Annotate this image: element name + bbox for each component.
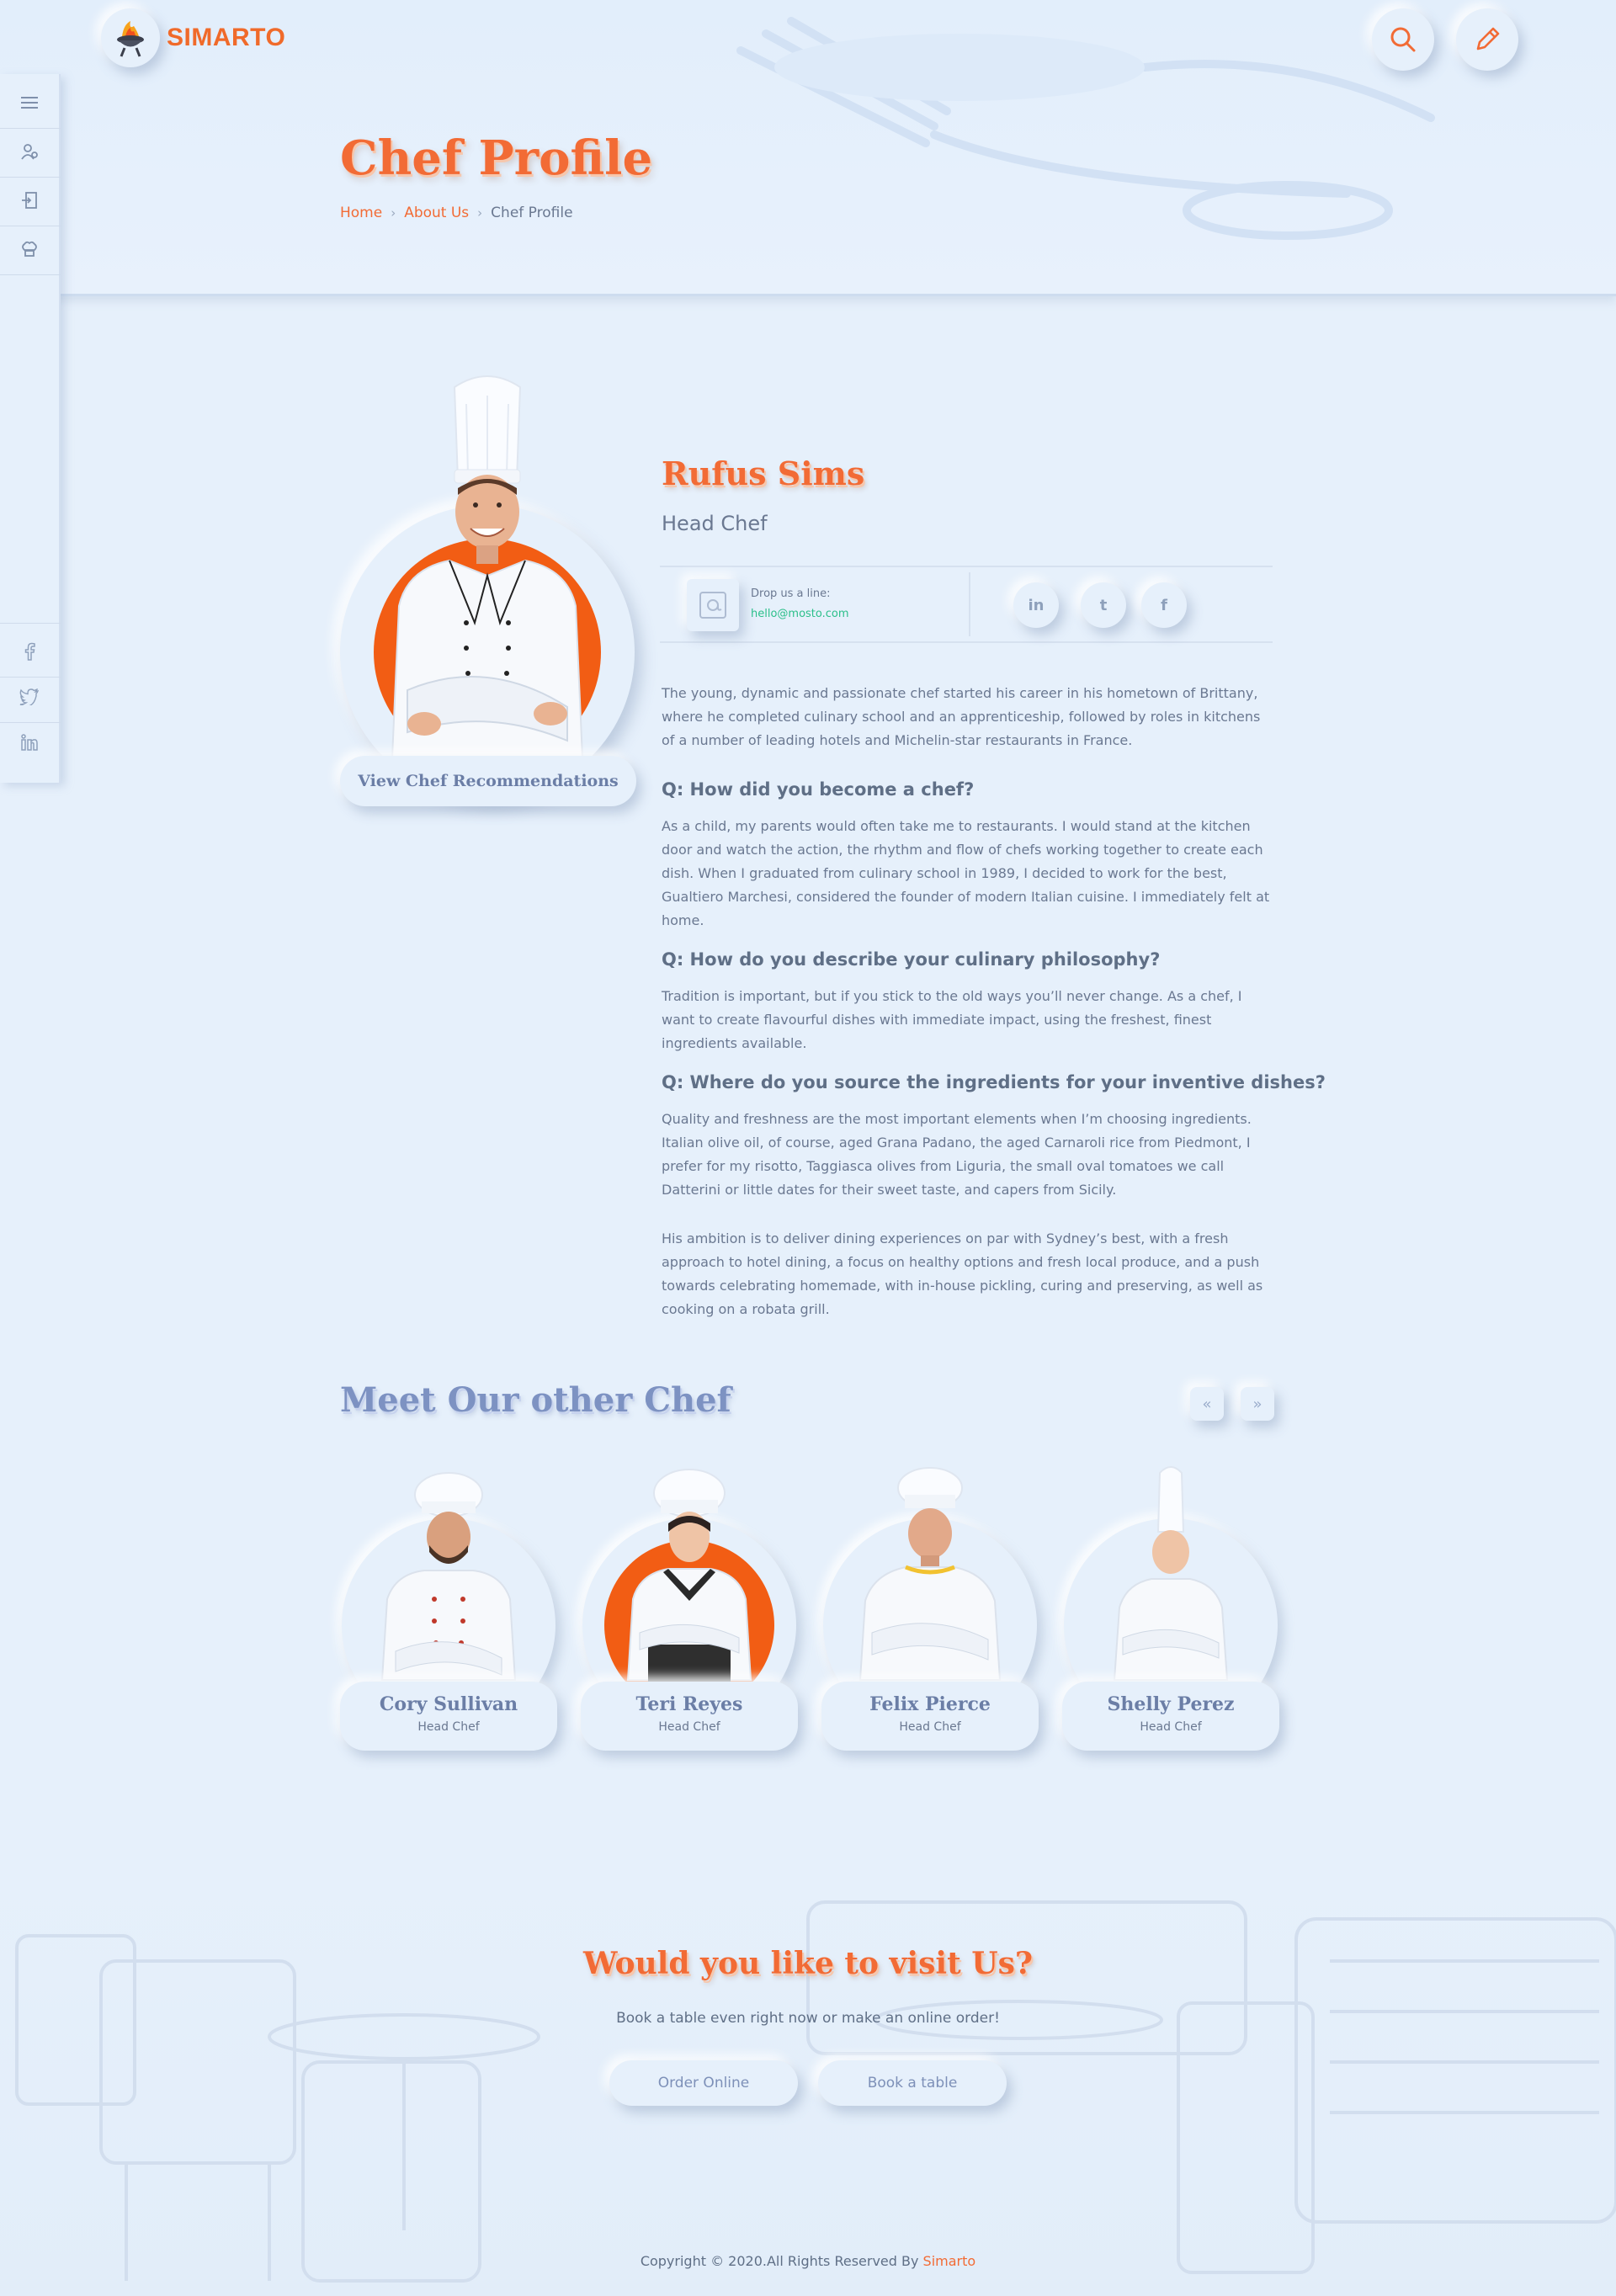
contact-bar: Drop us a line: hello@mosto.com in t f xyxy=(660,566,1273,643)
breadcrumb: Home › About Us › Chef Profile xyxy=(340,205,573,221)
facebook-button[interactable]: f xyxy=(1141,582,1187,628)
copyright: Copyright © 2020.All Rights Reserved By … xyxy=(0,2253,1616,2269)
contact-email-link[interactable]: hello@mosto.com xyxy=(751,608,849,620)
chef-card-name: Felix Pierce xyxy=(869,1693,991,1715)
chef-photo xyxy=(1113,1466,1229,1681)
view-recommendations-button[interactable]: View Chef Recommendations xyxy=(340,756,636,806)
email-icon xyxy=(687,579,739,631)
chef-card-role: Head Chef xyxy=(1140,1720,1202,1734)
visit-section xyxy=(0,1843,1616,2296)
copyright-brand-link[interactable]: Simarto xyxy=(923,2253,976,2269)
question-1: Q: How did you become a chef? xyxy=(662,779,975,800)
breadcrumb-about-us[interactable]: About Us xyxy=(404,205,469,221)
answer-1: As a child, my parents would often take … xyxy=(662,818,1270,928)
copyright-text: Copyright © 2020.All Rights Reserved By xyxy=(640,2253,923,2269)
chef-card-name: Shelly Perez xyxy=(1107,1693,1235,1715)
chef-photo xyxy=(858,1467,1002,1681)
brand-name: SIMARTO xyxy=(167,24,286,51)
restaurant-background xyxy=(15,1900,1616,2283)
breadcrumb-current: Chef Profile xyxy=(491,205,573,221)
twitter-icon[interactable] xyxy=(14,682,45,712)
brand-logo[interactable]: SIMARTO xyxy=(101,8,285,67)
chef-card[interactable]: Shelly Perez Head Chef xyxy=(1062,1464,1279,1751)
grill-logo-icon xyxy=(101,8,160,67)
chef-card[interactable]: Cory Sullivan Head Chef xyxy=(340,1464,557,1751)
chef-intro: The young, dynamic and passionate chef s… xyxy=(662,685,1261,748)
user-icon[interactable] xyxy=(14,136,45,167)
question-3: Q: Where do you source the ingredients f… xyxy=(662,1072,1326,1092)
chef-card-label: Teri Reyes Head Chef xyxy=(581,1682,798,1751)
linkedin-button[interactable]: in xyxy=(1013,582,1059,628)
visit-title: Would you like to visit Us? xyxy=(582,1946,1034,1981)
facebook-icon[interactable] xyxy=(14,636,45,667)
chef-closing: His ambition is to deliver dining experi… xyxy=(662,1230,1263,1317)
side-rail xyxy=(0,74,61,783)
answer-3: Quality and freshness are the most impor… xyxy=(662,1111,1252,1198)
page-title: Chef Profile xyxy=(340,130,653,186)
chef-card-label: Shelly Perez Head Chef xyxy=(1062,1682,1279,1751)
chef-photo xyxy=(391,375,584,757)
chef-card-label: Cory Sullivan Head Chef xyxy=(340,1682,557,1751)
pencil-icon xyxy=(1476,27,1500,50)
page-header: SIMARTO Chef Profile Home › About Us › C… xyxy=(0,0,1616,296)
answer-2: Tradition is important, but if you stick… xyxy=(662,988,1242,1051)
visit-subtitle: Book a table even right now or make an o… xyxy=(616,2010,1000,2027)
twitter-button[interactable]: t xyxy=(1081,582,1126,628)
carousel-next-button[interactable]: » xyxy=(1241,1387,1274,1421)
chef-card[interactable]: Felix Pierce Head Chef xyxy=(821,1464,1039,1751)
twitter-icon: t xyxy=(1099,596,1108,614)
chef-photo xyxy=(626,1469,752,1683)
chef-card[interactable]: Teri Reyes Head Chef xyxy=(581,1464,798,1751)
chef-portrait xyxy=(340,370,635,808)
edit-button[interactable] xyxy=(1456,8,1518,71)
search-button[interactable] xyxy=(1372,8,1434,71)
linkedin-icon: in xyxy=(1028,596,1045,614)
chef-hat-icon[interactable] xyxy=(14,234,45,264)
book-table-button[interactable]: Book a table xyxy=(818,2060,1007,2106)
cutlery-decoration xyxy=(736,17,1435,240)
login-icon[interactable] xyxy=(14,185,45,215)
chef-card-label: Felix Pierce Head Chef xyxy=(821,1682,1039,1751)
menu-icon[interactable] xyxy=(14,88,45,118)
double-chevron-left-icon: « xyxy=(1202,1395,1212,1413)
chef-card-role: Head Chef xyxy=(658,1720,720,1734)
chef-card-name: Cory Sullivan xyxy=(379,1693,518,1715)
chef-photo xyxy=(380,1472,517,1681)
chef-name: Rufus Sims xyxy=(662,454,865,492)
chevron-right-icon: › xyxy=(477,205,483,221)
question-2: Q: How do you describe your culinary phi… xyxy=(662,949,1161,970)
contact-label: Drop us a line: xyxy=(751,587,831,600)
facebook-icon: f xyxy=(1161,596,1167,614)
chef-card-role: Head Chef xyxy=(417,1720,480,1734)
double-chevron-right-icon: » xyxy=(1252,1395,1262,1413)
chef-card-name: Teri Reyes xyxy=(635,1693,743,1715)
other-chefs-title: Meet Our other Chef xyxy=(340,1380,731,1420)
search-icon xyxy=(1390,27,1416,52)
chevron-right-icon: › xyxy=(391,205,396,221)
carousel-prev-button[interactable]: « xyxy=(1190,1387,1224,1421)
linkedin-icon[interactable] xyxy=(14,727,45,757)
breadcrumb-home[interactable]: Home xyxy=(340,205,382,221)
chef-card-role: Head Chef xyxy=(899,1720,961,1734)
order-online-button[interactable]: Order Online xyxy=(609,2060,798,2106)
chef-role: Head Chef xyxy=(662,512,768,535)
